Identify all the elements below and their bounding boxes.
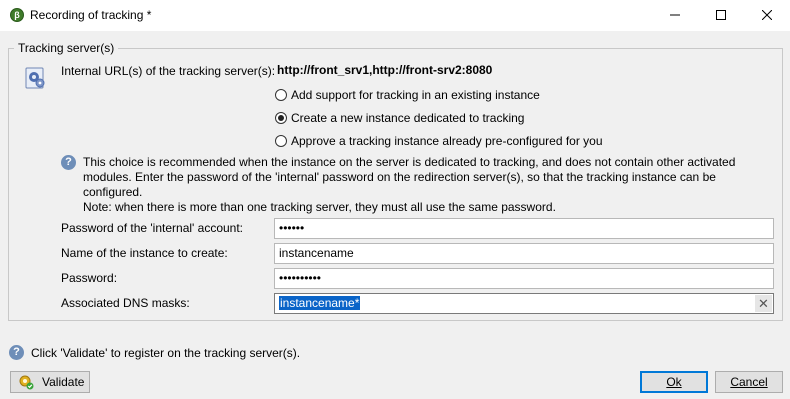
close-icon: [761, 9, 773, 21]
cancel-button[interactable]: Cancel: [715, 371, 783, 393]
ok-button[interactable]: Ok: [640, 371, 708, 393]
help-icon: ?: [9, 345, 24, 360]
note-line: This choice is recommended when the inst…: [83, 155, 736, 169]
note-line: Note: when there is more than one tracki…: [83, 200, 556, 214]
cancel-label: Cancel: [730, 375, 768, 389]
option-label: Add support for tracking in an existing …: [291, 88, 540, 102]
maximize-button[interactable]: [698, 0, 744, 31]
clear-icon[interactable]: ✕: [755, 295, 772, 312]
server-settings-icon: [25, 67, 45, 89]
radio-create-new-instance[interactable]: [275, 112, 287, 124]
radio-approve-preconfigured[interactable]: [275, 135, 287, 147]
validate-button[interactable]: Validate: [10, 371, 90, 393]
option-label: Create a new instance dedicated to track…: [291, 111, 525, 125]
group-label: Tracking server(s): [14, 41, 119, 55]
password-field[interactable]: ••••••••••: [274, 268, 774, 289]
info-note: This choice is recommended when the inst…: [83, 155, 778, 215]
validate-hint: Click 'Validate' to register on the trac…: [31, 346, 301, 360]
tracking-urls-value: http://front_srv1,http://front-srv2:8080: [277, 63, 493, 77]
dns-masks-field[interactable]: instancename* ✕: [274, 293, 774, 314]
app-icon: β: [10, 8, 24, 22]
password-label: Password:: [61, 271, 118, 285]
title-bar: β Recording of tracking *: [0, 0, 790, 31]
gear-check-icon: [19, 375, 34, 390]
dns-masks-label: Associated DNS masks:: [61, 296, 190, 310]
instance-name-label: Name of the instance to create:: [61, 246, 228, 260]
close-button[interactable]: [744, 0, 790, 31]
minimize-button[interactable]: [652, 0, 698, 31]
note-line: modules. Enter the password of the 'inte…: [83, 170, 716, 199]
window-title: Recording of tracking *: [30, 8, 152, 22]
maximize-icon: [716, 10, 726, 20]
help-icon: ?: [61, 155, 76, 170]
option-create-new-instance[interactable]: Create a new instance dedicated to track…: [275, 111, 535, 127]
minimize-icon: [670, 14, 680, 16]
option-label: Approve a tracking instance already pre-…: [291, 134, 603, 148]
option-add-support[interactable]: Add support for tracking in an existing …: [275, 88, 555, 104]
instance-name-field[interactable]: instancename: [274, 243, 774, 264]
internal-password-label: Password of the 'internal' account:: [61, 221, 244, 235]
tracking-urls-label: Internal URL(s) of the tracking server(s…: [61, 64, 276, 78]
dns-masks-value[interactable]: instancename*: [279, 296, 361, 310]
ok-label: Ok: [666, 375, 682, 389]
radio-add-support[interactable]: [275, 89, 287, 101]
option-approve-preconfigured[interactable]: Approve a tracking instance already pre-…: [275, 134, 615, 150]
validate-label: Validate: [42, 375, 85, 389]
internal-password-field[interactable]: ••••••: [274, 218, 774, 239]
